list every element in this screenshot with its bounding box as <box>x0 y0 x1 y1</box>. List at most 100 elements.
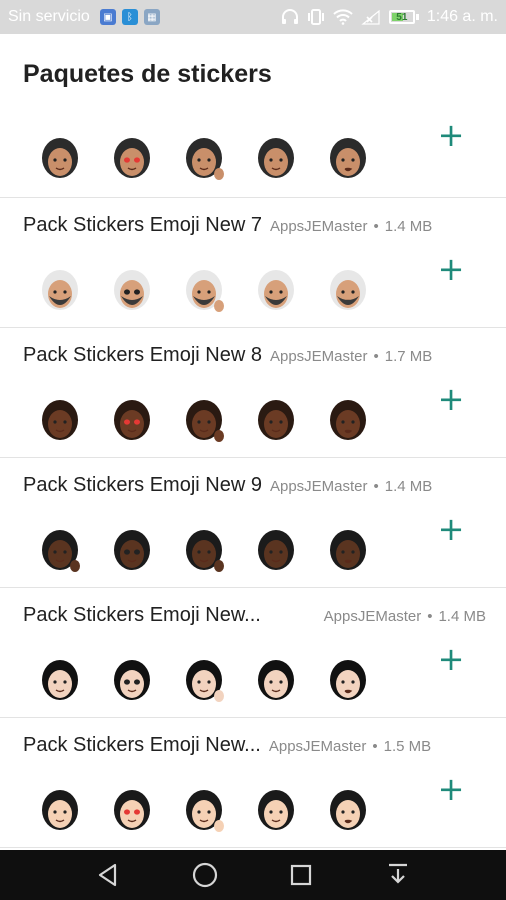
pack-publisher: AppsJEMaster <box>268 738 367 755</box>
add-pack-button[interactable]: + <box>436 773 466 805</box>
pack-meta: AppsJEMaster • 1.4 MB <box>270 218 432 235</box>
sticker-pack-list: + Pack Stickers Emoji New 7 AppsJEMaster… <box>0 110 506 848</box>
sticker-thumbnail <box>251 134 301 184</box>
carrier-label: Sin servicio <box>8 8 90 25</box>
image-icon: ▦ <box>143 9 160 25</box>
sticker-thumbnail <box>179 266 229 316</box>
sticker-thumbnail <box>35 656 85 706</box>
sticker-thumbnail <box>251 656 301 706</box>
bluetooth-icon: ᛒ <box>121 9 138 25</box>
sticker-thumbnail <box>251 786 301 836</box>
sticker-thumbnail <box>35 266 85 316</box>
sticker-preview-strip <box>35 526 373 576</box>
home-icon[interactable] <box>185 855 225 895</box>
sticker-thumbnail <box>107 656 157 706</box>
pack-header: Pack Stickers Emoji New 9 AppsJEMaster •… <box>23 474 486 497</box>
add-pack-button[interactable]: + <box>436 253 466 285</box>
sticker-pack-row[interactable]: Pack Stickers Emoji New 9 AppsJEMaster •… <box>0 458 506 588</box>
sticker-preview-strip <box>35 786 373 836</box>
sticker-thumbnail <box>179 656 229 706</box>
recents-icon[interactable] <box>281 855 321 895</box>
meta-separator: • <box>373 218 379 235</box>
back-icon[interactable] <box>88 855 128 895</box>
battery-level: 51 <box>396 11 408 23</box>
sticker-thumbnail <box>251 396 301 446</box>
add-pack-button[interactable]: + <box>436 119 466 151</box>
system-nav-bar <box>0 850 506 900</box>
pack-name: Pack Stickers Emoji New 8 <box>23 344 262 366</box>
pack-publisher: AppsJEMaster <box>323 608 422 625</box>
sticker-preview-strip <box>35 396 373 446</box>
sticker-thumbnail <box>323 134 373 184</box>
pack-meta: AppsJEMaster • 1.5 MB <box>269 738 431 755</box>
sticker-thumbnail <box>251 526 301 576</box>
add-pack-button[interactable]: + <box>436 383 466 415</box>
sticker-thumbnail <box>179 786 229 836</box>
sticker-thumbnail <box>107 526 157 576</box>
no-signal-icon <box>361 9 380 25</box>
meta-separator: • <box>373 478 379 495</box>
wifi-icon <box>333 9 353 25</box>
pack-meta: AppsJEMaster • 1.4 MB <box>324 608 486 625</box>
clock: 1:46 a. m. <box>426 8 498 25</box>
pack-name: Pack Stickers Emoji New 7 <box>23 214 262 236</box>
battery-icon: 51 <box>388 10 419 24</box>
pack-meta: AppsJEMaster • 1.4 MB <box>270 478 432 495</box>
vibrate-icon <box>307 9 324 25</box>
app-header: Paquetes de stickers <box>0 34 506 118</box>
sticker-thumbnail <box>179 396 229 446</box>
notifications-pull-icon[interactable] <box>378 855 418 895</box>
sticker-thumbnail <box>107 786 157 836</box>
page-title: Paquetes de stickers <box>23 60 272 88</box>
add-pack-button[interactable]: + <box>436 643 466 675</box>
pack-header: Pack Stickers Emoji New... AppsJEMaster … <box>23 734 486 757</box>
sticker-pack-row[interactable]: + <box>0 110 506 198</box>
pack-meta: AppsJEMaster • 1.7 MB <box>270 348 432 365</box>
sticker-thumbnail <box>251 266 301 316</box>
sticker-thumbnail <box>179 526 229 576</box>
pack-size: 1.4 MB <box>438 608 486 625</box>
pack-publisher: AppsJEMaster <box>269 478 368 495</box>
sticker-preview-strip <box>35 266 373 316</box>
sticker-thumbnail <box>323 526 373 576</box>
sticker-thumbnail <box>323 786 373 836</box>
sticker-thumbnail <box>107 396 157 446</box>
pack-header: Pack Stickers Emoji New 8 AppsJEMaster •… <box>23 344 486 367</box>
add-pack-button[interactable]: + <box>436 513 466 545</box>
sticker-pack-row[interactable]: Pack Stickers Emoji New 8 AppsJEMaster •… <box>0 328 506 458</box>
sticker-pack-row[interactable]: Pack Stickers Emoji New... AppsJEMaster … <box>0 588 506 718</box>
headphones-icon <box>281 9 298 24</box>
pack-header: Pack Stickers Emoji New 7 AppsJEMaster •… <box>23 214 486 237</box>
pack-size: 1.4 MB <box>384 478 433 495</box>
sticker-thumbnail <box>323 656 373 706</box>
pack-size: 1.5 MB <box>383 738 432 755</box>
sticker-thumbnail <box>35 134 85 184</box>
sticker-thumbnail <box>323 266 373 316</box>
meta-separator: • <box>373 348 379 365</box>
pack-name: Pack Stickers Emoji New 9 <box>23 474 262 496</box>
sticker-thumbnail <box>323 396 373 446</box>
pack-header: Pack Stickers Emoji New... AppsJEMaster … <box>23 604 486 627</box>
sim-icon: ▣ <box>99 9 116 25</box>
sticker-preview-strip <box>35 656 373 706</box>
sticker-thumbnail <box>107 134 157 184</box>
sticker-thumbnail <box>107 266 157 316</box>
meta-separator: • <box>427 608 433 625</box>
sticker-thumbnail <box>35 526 85 576</box>
sticker-thumbnail <box>35 786 85 836</box>
meta-separator: • <box>372 738 378 755</box>
sticker-preview-strip <box>35 134 373 184</box>
sticker-pack-row[interactable]: Pack Stickers Emoji New... AppsJEMaster … <box>0 718 506 848</box>
pack-name: Pack Stickers Emoji New... <box>23 604 261 626</box>
sticker-thumbnail <box>179 134 229 184</box>
status-bar-left: Sin servicio ▣ ᛒ ▦ <box>8 8 281 26</box>
pack-publisher: AppsJEMaster <box>269 218 368 235</box>
status-bar-right: 51 1:46 a. m. <box>281 8 498 26</box>
pack-publisher: AppsJEMaster <box>269 348 368 365</box>
pack-name: Pack Stickers Emoji New... <box>23 734 261 756</box>
pack-size: 1.7 MB <box>384 348 433 365</box>
status-bar: Sin servicio ▣ ᛒ ▦ 51 1:46 a. m. <box>0 0 506 34</box>
sticker-thumbnail <box>35 396 85 446</box>
sticker-pack-row[interactable]: Pack Stickers Emoji New 7 AppsJEMaster •… <box>0 198 506 328</box>
pack-size: 1.4 MB <box>384 218 433 235</box>
